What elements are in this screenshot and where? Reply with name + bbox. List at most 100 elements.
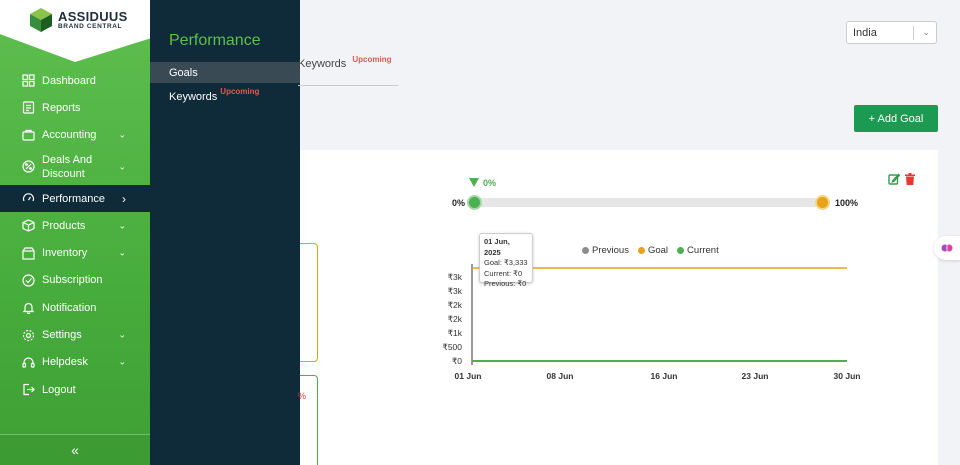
helpdesk-icon [21, 355, 35, 369]
country-select-value: India [853, 27, 877, 39]
y-tick-label: ₹0 [452, 356, 462, 366]
legend-item-current[interactable]: Current [677, 245, 719, 256]
flyout-title: Performance [169, 32, 261, 49]
double-chevron-left-icon: « [71, 442, 79, 458]
sidebar-item-reports[interactable]: Reports [0, 94, 150, 121]
chevron-down-icon: ⌄ [118, 329, 126, 340]
sidebar-item-label: Dashboard [42, 74, 96, 87]
sidebar-item-inventory[interactable]: Inventory ⌄ [0, 239, 150, 266]
y-tick-label: ₹3k [448, 272, 463, 282]
sidebar-item-label: Performance [42, 192, 105, 205]
chevron-down-icon: ⌄ [118, 356, 126, 367]
sidebar-item-label: Products [42, 219, 86, 232]
sidebar-item-label: Reports [42, 101, 81, 114]
x-tick-label: 08 Jun [547, 371, 574, 381]
sidebar-item-helpdesk[interactable]: Helpdesk ⌄ [0, 349, 150, 376]
inventory-icon [21, 246, 35, 260]
sidebar-item-label: Settings [42, 329, 82, 342]
legend-label: Previous [592, 245, 629, 256]
progress-goal-dot [815, 195, 830, 210]
sidebar-item-subscription[interactable]: Subscription [0, 267, 150, 294]
y-tick-label: ₹3k [448, 286, 463, 296]
sidebar-item-logout[interactable]: Logout [0, 376, 150, 403]
performance-flyout: Performance Goals Keywords Upcoming [150, 0, 300, 465]
sidebar-item-notification[interactable]: Notification [0, 294, 150, 321]
legend-item-previous[interactable]: Previous [582, 245, 629, 256]
y-tick-label: ₹500 [442, 342, 462, 352]
reports-icon [21, 101, 35, 115]
flyout-item-label: Keywords [169, 90, 218, 103]
sidebar-item-label: Accounting [42, 129, 97, 142]
flyout-item-goals[interactable]: Goals [150, 62, 300, 83]
legend-dot [637, 246, 645, 254]
subscription-icon [21, 273, 35, 287]
brand-name: ASSIDUUS [58, 9, 128, 24]
tab-label: Keywords [298, 58, 347, 70]
tab-divider [298, 85, 398, 86]
x-tick-label: 01 Jun [455, 371, 482, 381]
select-separator [913, 26, 914, 40]
deals-icon [21, 160, 35, 174]
dashboard-icon [21, 74, 35, 88]
chevron-down-icon: ⌄ [118, 247, 126, 258]
gear-icon [21, 328, 35, 342]
sidebar-item-products[interactable]: Products ⌄ [0, 212, 150, 239]
upcoming-badge: Upcoming [220, 87, 260, 96]
logout-icon [21, 383, 35, 397]
sidebar-item-dashboard[interactable]: Dashboard [0, 67, 150, 94]
chevron-right-icon: › [122, 191, 126, 206]
products-icon [21, 219, 35, 233]
sidebar-item-settings[interactable]: Settings ⌄ [0, 321, 150, 348]
add-goal-button[interactable]: + Add Goal [854, 105, 938, 132]
progress-marker-label: 0% [483, 178, 497, 188]
tooltip-goal: Goal: ₹3,333 [484, 258, 528, 267]
flyout-item-label: Goals [169, 66, 198, 79]
sidebar-item-label: Helpdesk [42, 356, 88, 369]
y-tick-label: ₹2k [448, 314, 463, 324]
chevron-down-icon: ⌄ [922, 27, 930, 37]
x-tick-label: 16 Jun [651, 371, 678, 381]
assistant-button[interactable] [934, 236, 960, 260]
legend-label: Goal [647, 245, 669, 256]
sidebar: ASSIDUUS BRAND CENTRAL Dashboard Reports… [0, 0, 150, 465]
tooltip-current: Current: ₹0 [484, 268, 523, 278]
goal-summary-box [300, 243, 318, 362]
logo-cube-icon [30, 8, 52, 32]
brand-subtitle: BRAND CENTRAL [58, 23, 123, 30]
progress-end-label: 100% [835, 198, 859, 208]
chevron-down-icon: ⌄ [118, 129, 126, 140]
flyout-item-keywords[interactable]: Keywords Upcoming [150, 86, 300, 107]
x-tick-label: 23 Jun [742, 371, 769, 381]
chevron-down-icon: ⌄ [118, 161, 126, 172]
sidebar-item-label: Logout [42, 383, 76, 396]
accounting-icon [21, 128, 35, 142]
upcoming-badge: Upcoming [352, 55, 392, 64]
sidebar-item-label: Subscription [42, 274, 103, 287]
current-summary-box [300, 375, 318, 465]
delete-icon[interactable] [905, 173, 915, 185]
x-tick-label: 30 Jun [834, 371, 861, 381]
progress-current-dot [467, 195, 482, 210]
tab-keywords[interactable]: Keywords Upcoming [298, 55, 392, 70]
chart-legend: Previous Goal Current [582, 245, 719, 256]
progress-start-label: 0% [452, 198, 466, 208]
sidebar-item-label: Notification [42, 301, 97, 314]
brain-icon [941, 244, 953, 252]
bell-icon [21, 301, 35, 315]
country-select[interactable]: India ⌄ [846, 21, 937, 44]
sidebar-item-deals[interactable]: Deals And Discount ⌄ [0, 149, 150, 185]
sidebar-collapse-button[interactable]: « [0, 434, 150, 465]
y-tick-label: ₹1k [448, 328, 463, 338]
tooltip-title: 01 Jun, 2025 [484, 237, 510, 257]
sidebar-item-accounting[interactable]: Accounting ⌄ [0, 122, 150, 149]
legend-label: Current [687, 245, 719, 256]
edit-icon[interactable] [888, 173, 900, 185]
tooltip-previous: Previous: ₹0 [484, 279, 527, 288]
change-percent: % [298, 391, 307, 401]
performance-icon [21, 192, 35, 206]
legend-item-goal[interactable]: Goal [637, 245, 669, 256]
sidebar-item-performance[interactable]: Performance › [0, 184, 150, 213]
sidebar-nav: Dashboard Reports Accounting ⌄ Deals And… [0, 67, 150, 403]
chart-tooltip: 01 Jun, 2025 Goal: ₹3,333 Current: ₹0 Pr… [479, 233, 533, 288]
chevron-down-icon: ⌄ [118, 220, 126, 231]
